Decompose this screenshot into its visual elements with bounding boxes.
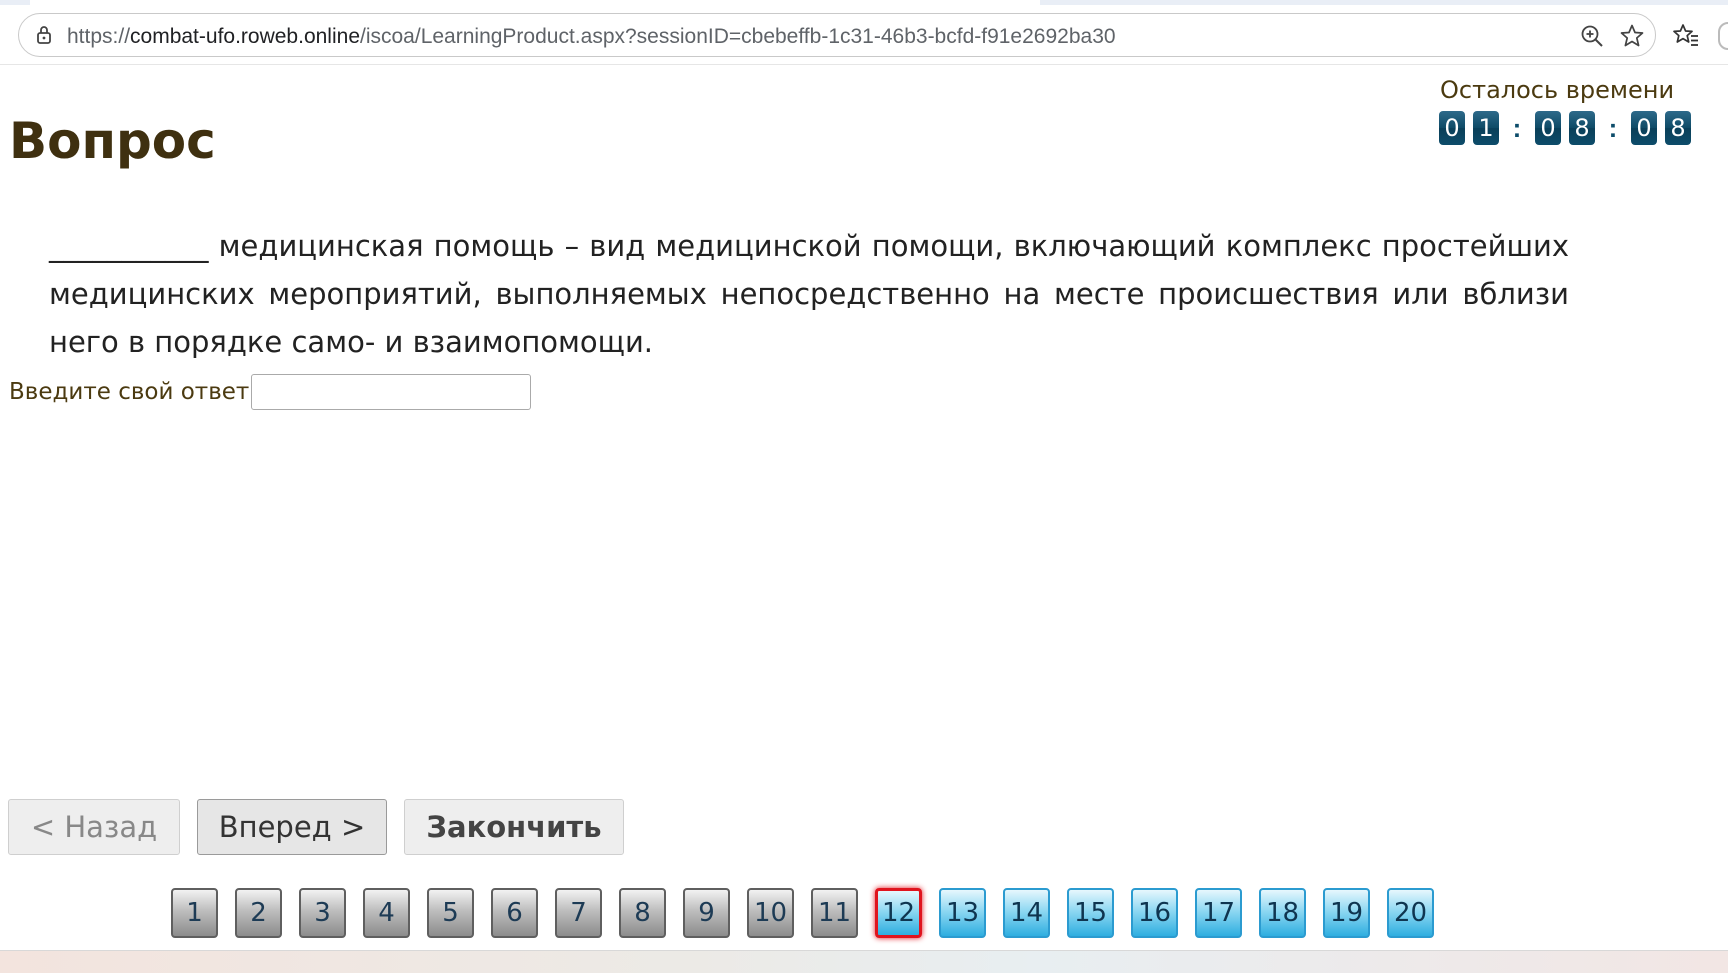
page-button-14[interactable]: 14 [1003,888,1050,938]
address-bar[interactable]: https://combat-ufo.roweb.online/iscoa/Le… [18,13,1656,57]
favorites-icon[interactable] [1672,22,1700,50]
site-info-icon[interactable] [33,24,55,46]
tab-strip [0,0,1728,5]
answer-row: Введите свой ответ [9,373,532,411]
page-button-9[interactable]: 9 [683,888,730,938]
back-button[interactable]: < Назад [8,799,180,855]
answer-label: Введите свой ответ [9,379,250,405]
page-button-7[interactable]: 7 [555,888,602,938]
page-button-18[interactable]: 18 [1259,888,1306,938]
page-button-16[interactable]: 16 [1131,888,1178,938]
active-tab[interactable] [30,0,1040,5]
page-button-17[interactable]: 17 [1195,888,1242,938]
timer-digit: 8 [1569,111,1595,145]
page-button-13[interactable]: 13 [939,888,986,938]
page-title: Вопрос [9,112,216,170]
page-button-20[interactable]: 20 [1387,888,1434,938]
taskbar [0,950,1728,973]
browser-toolbar: https://combat-ufo.roweb.online/iscoa/Le… [0,0,1728,65]
page-button-12[interactable]: 12 [875,888,922,938]
page-button-15[interactable]: 15 [1067,888,1114,938]
page-button-10[interactable]: 10 [747,888,794,938]
page-button-19[interactable]: 19 [1323,888,1370,938]
timer-digit: 8 [1665,111,1691,145]
url-host: combat-ufo.roweb.online [130,25,360,48]
timer-digit: 0 [1439,111,1465,145]
url-prefix: https:// [67,25,131,48]
page-button-11[interactable]: 11 [811,888,858,938]
page-button-2[interactable]: 2 [235,888,282,938]
question-text: ___________ медицинская помощь – вид мед… [49,229,1569,359]
timer-label: Осталось времени [1440,76,1675,104]
page-button-6[interactable]: 6 [491,888,538,938]
star-icon[interactable] [1619,23,1645,49]
url-text[interactable]: https://combat-ufo.roweb.online/iscoa/Le… [67,25,1116,49]
timer-separator: : [1512,113,1522,143]
timer-digit: 1 [1473,111,1499,145]
profile-icon[interactable] [1718,22,1728,50]
timer-separator: : [1608,113,1618,143]
page-button-1[interactable]: 1 [171,888,218,938]
page-button-4[interactable]: 4 [363,888,410,938]
timer-digit: 0 [1631,111,1657,145]
answer-input[interactable] [251,374,532,410]
countdown-timer: 0 1 : 0 8 : 0 8 [1439,110,1699,146]
timer-digit: 0 [1535,111,1561,145]
page-button-5[interactable]: 5 [427,888,474,938]
zoom-icon[interactable] [1579,23,1605,49]
url-path: /iscoa/LearningProduct.aspx?sessionID=cb… [360,25,1116,48]
page-button-3[interactable]: 3 [299,888,346,938]
next-button[interactable]: Вперед > [197,799,387,855]
finish-button[interactable]: Закончить [404,799,624,855]
page-button-8[interactable]: 8 [619,888,666,938]
